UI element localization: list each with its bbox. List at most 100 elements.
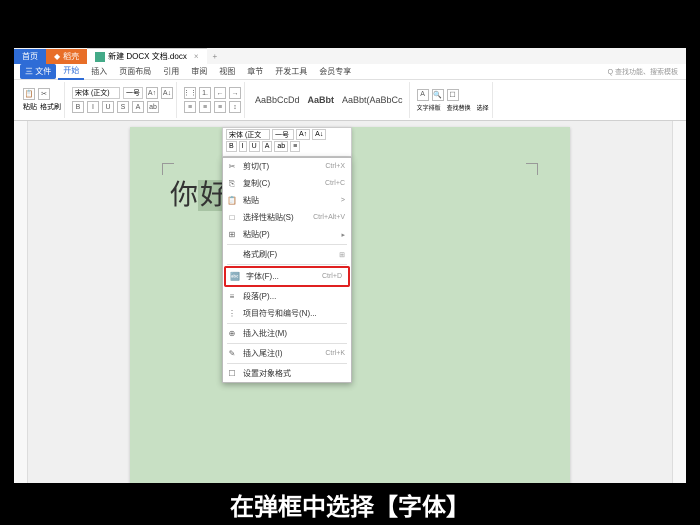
menu-references[interactable]: 引用 <box>158 64 184 79</box>
title-bar: 首页 ◆稻壳 新建 DOCX 文档.docx× + <box>14 48 686 64</box>
mini-align-icon[interactable]: ≡ <box>290 141 300 152</box>
document-page[interactable]: 你好 你好 宋体 (正文 一号 A↑ A↓ B I U A <box>130 127 570 507</box>
paste-label: 粘贴 <box>23 102 37 112</box>
cm-endnote[interactable]: ✎插入尾注(I)Ctrl+K <box>223 345 351 362</box>
align-left-icon[interactable]: ≡ <box>184 101 196 113</box>
font-name-box[interactable]: 宋体 (正文) <box>72 87 120 99</box>
tab-home[interactable]: 首页 <box>14 49 46 64</box>
menu-review[interactable]: 审阅 <box>186 64 212 79</box>
font-size-box[interactable]: 一号 <box>123 87 143 99</box>
menu-file[interactable]: 三 文件 <box>20 64 56 79</box>
menu-home[interactable]: 开始 <box>58 63 84 80</box>
find-label: 查找替换 <box>447 103 471 112</box>
cm-object-format[interactable]: ☐设置对象格式 <box>223 365 351 382</box>
indent-inc-icon[interactable]: → <box>229 87 241 99</box>
context-menu: ✂剪切(T)Ctrl+X ⎘复制(C)Ctrl+C 📋粘贴> □选择性粘贴(S)… <box>222 157 352 383</box>
paste-icon: 📋 <box>227 196 237 206</box>
paragraph-icon: ≡ <box>227 292 237 302</box>
paste-special-icon: □ <box>227 213 237 223</box>
endnote-icon: ✎ <box>227 349 237 359</box>
separator <box>227 244 347 245</box>
menu-dev[interactable]: 开发工具 <box>270 64 312 79</box>
content-area: 你好 你好 宋体 (正文 一号 A↑ A↓ B I U A <box>14 121 686 507</box>
align-right-icon[interactable]: ≡ <box>214 101 226 113</box>
cm-comment[interactable]: ⊕插入批注(M) <box>223 325 351 342</box>
cut-icon: ✂ <box>227 162 237 172</box>
strike-icon[interactable]: S <box>117 101 129 113</box>
shrink-font-icon[interactable]: A↓ <box>161 87 173 99</box>
object-icon: ☐ <box>227 369 237 379</box>
paste-icon[interactable]: 📋 <box>23 88 35 100</box>
mini-bold-icon[interactable]: B <box>226 141 237 152</box>
cm-paste-special[interactable]: □选择性粘贴(S)Ctrl+Alt+V <box>223 209 351 226</box>
align-center-icon[interactable]: ≡ <box>199 101 211 113</box>
format-label: 格式刷 <box>40 102 61 112</box>
vertical-ruler <box>14 121 28 507</box>
mini-shrink-icon[interactable]: A↓ <box>312 129 326 140</box>
close-icon[interactable]: × <box>194 52 199 61</box>
find-icon[interactable]: 🔍 <box>432 89 444 101</box>
search-input[interactable]: Q 查找功能、搜索模板 <box>608 67 686 77</box>
mini-underline-icon[interactable]: U <box>249 141 260 152</box>
menu-layout[interactable]: 页面布局 <box>114 64 156 79</box>
margin-corner-tl <box>162 163 174 175</box>
doc-icon <box>95 52 105 62</box>
line-spacing-icon[interactable]: ↕ <box>229 101 241 113</box>
page-area: 你好 你好 宋体 (正文 一号 A↑ A↓ B I U A <box>28 121 672 507</box>
tab-document[interactable]: 新建 DOCX 文档.docx× <box>87 48 206 64</box>
cm-paste[interactable]: 📋粘贴> <box>223 192 351 209</box>
bold-icon[interactable]: B <box>72 101 84 113</box>
paste-opt-icon: ⊞ <box>227 230 237 240</box>
font-icon: 🔤 <box>230 272 240 282</box>
margin-corner-tr <box>526 163 538 175</box>
mail-icon: ◆ <box>54 52 60 61</box>
bullets-icon[interactable]: ⋮⋮ <box>184 87 196 99</box>
mini-color-icon[interactable]: A <box>262 141 273 152</box>
format-icon <box>227 250 237 260</box>
pane-label: 文字排版 <box>417 103 441 112</box>
cm-paragraph[interactable]: ≡段落(P)... <box>223 288 351 305</box>
cm-font[interactable]: 🔤字体(F)...Ctrl+D <box>224 266 350 287</box>
select-icon[interactable]: ☐ <box>447 89 459 101</box>
video-caption: 在弹框中选择【字体】 <box>0 483 700 525</box>
cut-icon[interactable]: ✂ <box>38 88 50 100</box>
text-layout-icon[interactable]: A <box>417 89 429 101</box>
menu-view[interactable]: 视图 <box>214 64 240 79</box>
cm-paste-options[interactable]: ⊞粘贴(P)▸ <box>223 226 351 243</box>
menu-bar: 三 文件 开始 插入 页面布局 引用 审阅 视图 章节 开发工具 会员专享 Q … <box>14 64 686 80</box>
side-panel <box>672 121 686 507</box>
style-h2[interactable]: AaBbt(AaBbCc <box>339 94 406 106</box>
menu-member[interactable]: 会员专享 <box>314 64 356 79</box>
cm-bullets[interactable]: ⋮项目符号和编号(N)... <box>223 305 351 322</box>
cm-copy[interactable]: ⎘复制(C)Ctrl+C <box>223 175 351 192</box>
mini-toolbar: 宋体 (正文 一号 A↑ A↓ B I U A ab ≡ <box>222 127 352 157</box>
highlight-icon[interactable]: ab <box>147 101 159 113</box>
separator <box>227 264 347 265</box>
copy-icon: ⎘ <box>227 179 237 189</box>
ribbon: 📋✂ 粘贴 格式刷 宋体 (正文)一号A↑A↓ BIUSAab ⋮⋮1.←→ ≡… <box>14 80 686 121</box>
mini-grow-icon[interactable]: A↑ <box>296 129 310 140</box>
tab-mail[interactable]: ◆稻壳 <box>46 49 87 64</box>
separator <box>227 363 347 364</box>
comment-icon: ⊕ <box>227 329 237 339</box>
color-icon[interactable]: A <box>132 101 144 113</box>
new-tab-button[interactable]: + <box>207 52 224 61</box>
numbering-icon[interactable]: 1. <box>199 87 211 99</box>
separator <box>227 323 347 324</box>
mini-font-name[interactable]: 宋体 (正文 <box>226 129 270 140</box>
cm-cut[interactable]: ✂剪切(T)Ctrl+X <box>223 158 351 175</box>
mini-italic-icon[interactable]: I <box>239 141 247 152</box>
cm-format-painter[interactable]: 格式刷(F)⊞ <box>223 246 351 263</box>
mini-highlight-icon[interactable]: ab <box>274 141 288 152</box>
style-normal[interactable]: AaBbCcDd <box>252 94 303 106</box>
grow-font-icon[interactable]: A↑ <box>146 87 158 99</box>
style-h1[interactable]: AaBbt <box>305 94 338 106</box>
mini-font-size[interactable]: 一号 <box>272 129 294 140</box>
underline-icon[interactable]: U <box>102 101 114 113</box>
menu-insert[interactable]: 插入 <box>86 64 112 79</box>
italic-icon[interactable]: I <box>87 101 99 113</box>
separator <box>227 343 347 344</box>
select-label: 选择 <box>477 103 489 112</box>
indent-dec-icon[interactable]: ← <box>214 87 226 99</box>
menu-section[interactable]: 章节 <box>242 64 268 79</box>
